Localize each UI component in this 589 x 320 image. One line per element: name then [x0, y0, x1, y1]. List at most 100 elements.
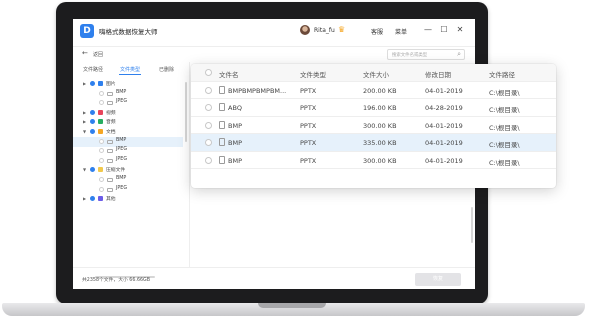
tree-checkbox[interactable]	[99, 100, 104, 106]
file-icon	[219, 103, 225, 111]
row-select-radio[interactable]	[205, 86, 212, 94]
search-input[interactable]: 搜索文件名或类型 ⌕	[387, 49, 465, 60]
image-icon	[98, 81, 103, 86]
tree-item[interactable]: ▶ 其他	[73, 194, 183, 204]
tree-item[interactable]: JPEG	[73, 185, 183, 195]
status-bar: 共2358个文件，大小 66.66GB 恢复	[73, 267, 475, 289]
cell-type: PPTX	[300, 139, 317, 147]
tree-checkbox[interactable]	[99, 186, 104, 192]
tree-checkbox[interactable]	[99, 157, 104, 163]
row-select-radio[interactable]	[205, 104, 212, 111]
cell-date: 04-01-2019	[425, 86, 463, 95]
tree-checkbox[interactable]	[99, 177, 104, 182]
row-select-radio[interactable]	[205, 139, 212, 146]
table-row[interactable]: ABQ PPTX 196.00 KB 04-28-2019 C:\根目录\	[191, 99, 556, 117]
cell-date: 04-01-2019	[425, 156, 463, 165]
search-icon[interactable]: ⌕	[457, 50, 461, 59]
cell-type: PPTX	[300, 156, 317, 165]
other-icon	[98, 196, 103, 202]
tree-item[interactable]: BMP	[73, 175, 183, 185]
column-header-path[interactable]: 文件路径	[489, 69, 515, 79]
tree-item[interactable]: BMP	[73, 89, 183, 99]
back-button[interactable]: 返回	[93, 51, 103, 58]
file-icon	[219, 155, 225, 164]
toolbar: ← 返回 搜索文件名或类型 ⌕	[73, 46, 475, 62]
cell-size: 335.00 KB	[363, 139, 397, 147]
tree-item[interactable]: JPEG	[73, 146, 183, 156]
tree-item[interactable]: ▶ 视频	[73, 108, 183, 118]
collapse-arrow-icon[interactable]: ▼	[83, 167, 86, 172]
cell-name: ABQ	[228, 104, 243, 112]
row-select-radio[interactable]	[205, 121, 212, 129]
table-row[interactable]: BMPBMPBMPBM... PPTX 200.00 KB 04-01-2019 C:\…	[191, 82, 556, 99]
folder-icon	[107, 139, 113, 144]
column-header-date[interactable]: 修改日期	[425, 69, 451, 79]
tree-item[interactable]: ▼ 压缩文件	[73, 165, 183, 175]
content-scrollbar[interactable]	[471, 207, 473, 243]
cell-size: 200.00 KB	[363, 86, 397, 95]
tree-item[interactable]: ▼ 文档	[73, 127, 183, 137]
tree-item[interactable]: BMP	[73, 136, 183, 147]
column-header-size[interactable]: 文件大小	[363, 69, 389, 79]
tree-item-label: JPEG	[116, 99, 128, 105]
tree-checkbox[interactable]	[90, 119, 95, 125]
back-arrow-icon[interactable]: ←	[82, 49, 88, 57]
tree-item[interactable]: ▶ 音频	[73, 117, 183, 127]
expand-arrow-icon[interactable]: ▶	[83, 81, 86, 86]
sidebar-scrollbar[interactable]	[185, 82, 187, 142]
cell-date: 04-01-2019	[425, 121, 463, 130]
close-icon[interactable]: ✕	[455, 25, 465, 35]
table-row[interactable]: BMP PPTX 300.00 KB 04-01-2019 C:\根目录\	[191, 117, 556, 134]
cell-name: BMP	[228, 139, 242, 147]
column-header-type[interactable]: 文件类型	[300, 69, 326, 79]
file-icon	[219, 85, 225, 94]
select-all-radio[interactable]	[205, 69, 212, 76]
cell-type: PPTX	[300, 121, 317, 130]
tree-item[interactable]: JPEG	[73, 156, 183, 166]
app-title: 嗨格式数据恢复大师	[99, 28, 158, 36]
tree-checkbox[interactable]	[90, 167, 95, 173]
folder-icon	[107, 158, 113, 163]
file-count-summary: 共2358个文件，大小 66.66GB	[82, 278, 151, 283]
collapse-arrow-icon[interactable]: ▼	[83, 129, 86, 134]
table-row[interactable]: BMP PPTX 335.00 KB 04-01-2019 C:\根目录\	[191, 134, 556, 152]
tree-checkbox[interactable]	[99, 90, 104, 96]
tab-deleted[interactable]: 已删除	[159, 66, 174, 73]
folder-icon	[107, 187, 113, 192]
customer-service-button[interactable]: 客服	[371, 27, 383, 36]
maximize-icon[interactable]: ☐	[439, 25, 449, 35]
minimize-icon[interactable]: —	[423, 25, 433, 35]
tree-item-label: JPEG	[116, 156, 128, 162]
tree-checkbox[interactable]	[99, 138, 104, 144]
tree-checkbox[interactable]	[90, 81, 95, 86]
cell-type: PPTX	[300, 86, 317, 95]
user-name[interactable]: Rita_fu	[314, 27, 335, 34]
tree-item-label: 音频	[106, 120, 116, 126]
cell-name: BMP	[228, 156, 242, 165]
tree-checkbox[interactable]	[90, 109, 95, 115]
expand-arrow-icon[interactable]: ▶	[83, 110, 86, 115]
table-row[interactable]: BMP PPTX 300.00 KB 04-01-2019 C:\根目录\	[191, 152, 556, 169]
avatar[interactable]	[300, 25, 310, 35]
cell-path: C:\根目录\	[489, 141, 520, 149]
tree-checkbox[interactable]	[99, 148, 104, 154]
tab-file-path[interactable]: 文件路径	[83, 66, 103, 73]
tree-checkbox[interactable]	[90, 196, 95, 202]
tree-item-label: 图片	[106, 82, 116, 87]
tree-item-label: JPEG	[116, 147, 128, 153]
tab-file-type[interactable]: 文件类型	[120, 66, 140, 73]
recover-button[interactable]: 恢复	[415, 273, 461, 286]
expand-arrow-icon[interactable]: ▶	[83, 119, 86, 124]
folder-icon	[107, 178, 113, 182]
cell-path: C:\根目录\	[489, 158, 520, 167]
tree-item[interactable]: JPEG	[73, 98, 183, 108]
tree-item-label: 视频	[106, 110, 116, 116]
cell-size: 300.00 KB	[363, 121, 397, 130]
row-select-radio[interactable]	[205, 156, 212, 164]
column-header-name[interactable]: 文件名	[219, 69, 239, 79]
menu-button[interactable]: 菜单	[395, 27, 407, 36]
tree-checkbox[interactable]	[90, 129, 95, 134]
tree-item[interactable]: ▶ 图片	[73, 79, 183, 89]
tree-item-label: BMP	[116, 176, 127, 181]
expand-arrow-icon[interactable]: ▶	[83, 196, 86, 201]
